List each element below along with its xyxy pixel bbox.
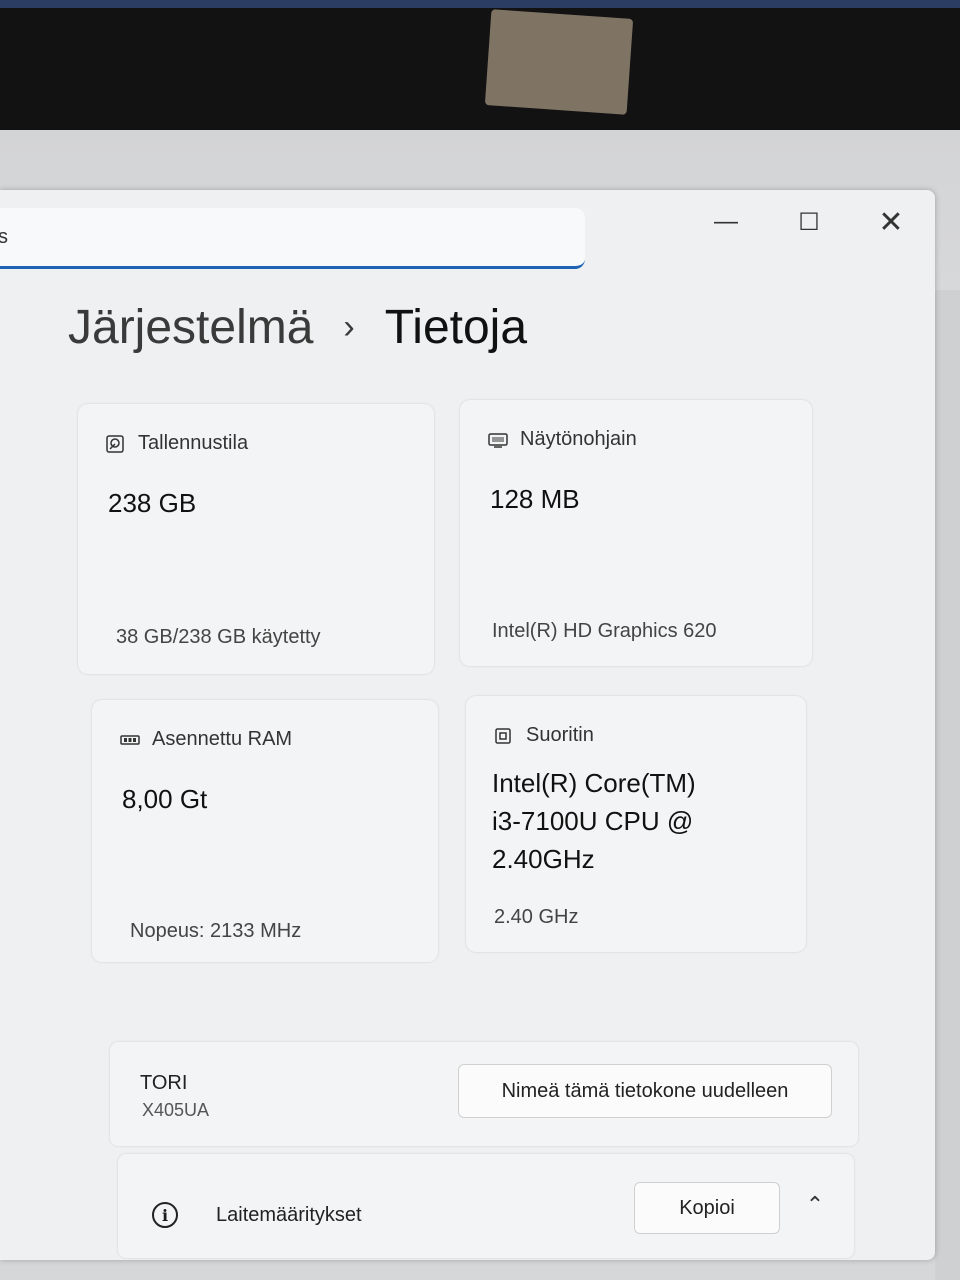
ram-card-header: Asennettu RAM	[120, 728, 292, 751]
drive-icon	[106, 434, 124, 453]
ram-speed: Nopeus: 2133 MHz	[130, 920, 302, 942]
storage-title: Tallennustila	[138, 432, 249, 454]
device-specifications-label: Laitemääritykset	[216, 1204, 362, 1226]
processor-name: Intel(R) Core(TM) i3-7100U CPU @ 2.40GHz	[492, 764, 696, 878]
tape-on-bezel	[484, 9, 634, 115]
storage-usage: 38 GB/238 GB käytetty	[116, 626, 321, 648]
memory-icon	[120, 731, 140, 749]
device-model: X405UA	[142, 1100, 210, 1120]
minimize-button[interactable]: —	[703, 202, 749, 242]
ram-card[interactable]: Asennettu RAM 8,00 Gt Nopeus: 2133 MHz	[92, 700, 438, 962]
maximize-button[interactable]: ☐	[786, 202, 832, 242]
page-title: Tietoja	[384, 301, 528, 354]
settings-search-input[interactable]: s	[0, 208, 585, 269]
desktop-wallpaper-strip	[0, 0, 960, 8]
processor-name-line: Intel(R) Core(TM)	[492, 768, 696, 798]
rename-pc-button[interactable]: Nimeä tämä tietokone uudelleen	[458, 1064, 832, 1118]
processor-name-line: i3-7100U CPU @	[492, 806, 694, 836]
breadcrumb-chevron-icon: ›	[343, 308, 355, 346]
background-window-edge	[935, 290, 960, 1280]
info-icon: i	[152, 1202, 178, 1228]
graphics-title: Näytönohjain	[520, 428, 637, 450]
processor-speed: 2.40 GHz	[494, 906, 579, 928]
graphics-card[interactable]: Näytönohjain 128 MB Intel(R) HD Graphics…	[460, 400, 812, 666]
copy-button[interactable]: Kopioi	[634, 1182, 780, 1234]
processor-icon	[494, 727, 512, 745]
search-text: s	[0, 226, 8, 248]
breadcrumb-parent-link[interactable]: Järjestelmä	[68, 300, 313, 355]
display-icon	[488, 431, 508, 449]
storage-value: 238 GB	[108, 488, 197, 518]
close-button[interactable]: ✕	[868, 202, 914, 242]
processor-card-header: Suoritin	[494, 724, 594, 747]
ram-value: 8,00 Gt	[122, 784, 208, 814]
device-name: TORI	[140, 1072, 188, 1094]
settings-window: s — ☐ ✕ Järjestelmä › Tietoja Tallennust…	[0, 190, 935, 1260]
ram-title: Asennettu RAM	[152, 728, 293, 750]
monitor-bezel	[0, 0, 960, 130]
storage-card[interactable]: Tallennustila 238 GB 38 GB/238 GB käytet…	[78, 404, 434, 674]
processor-name-line: 2.40GHz	[492, 844, 595, 874]
device-name-row: TORI X405UA Nimeä tämä tietokone uudelle…	[110, 1042, 858, 1146]
chevron-up-icon[interactable]: ⌃	[798, 1188, 832, 1222]
graphics-adapter-name: Intel(R) HD Graphics 620	[492, 620, 717, 642]
breadcrumb: Järjestelmä › Tietoja	[68, 300, 527, 355]
graphics-card-header: Näytönohjain	[488, 428, 637, 451]
graphics-memory-value: 128 MB	[490, 484, 580, 514]
processor-title: Suoritin	[526, 724, 594, 746]
device-specifications-row[interactable]: i Laitemääritykset Kopioi ⌃	[118, 1154, 854, 1258]
processor-card[interactable]: Suoritin Intel(R) Core(TM) i3-7100U CPU …	[466, 696, 806, 952]
storage-card-header: Tallennustila	[106, 432, 248, 455]
